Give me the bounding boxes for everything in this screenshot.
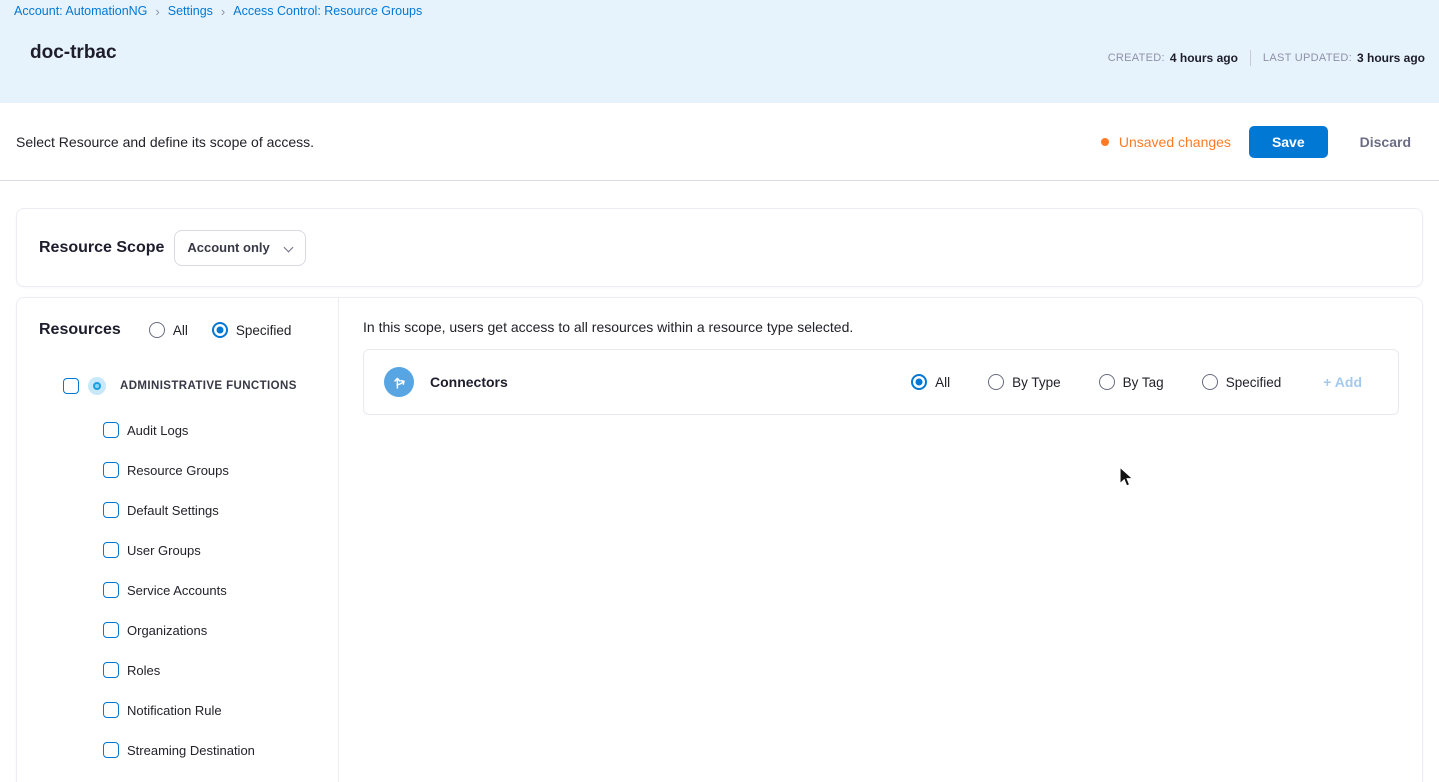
resource-scope-card: Resource Scope Account only	[16, 208, 1423, 287]
list-item-default-settings[interactable]: Default Settings	[103, 490, 338, 530]
resources-mode-all[interactable]: All	[148, 322, 188, 338]
toolbar-actions: Unsaved changes Save Discard	[1100, 125, 1411, 158]
item-label: Service Accounts	[127, 582, 227, 598]
updated-label: LAST UPDATED:	[1262, 52, 1352, 64]
list-item-streaming-destination[interactable]: Streaming Destination	[103, 730, 338, 770]
connectors-scope-options: All By Type By Tag Specified + Add	[911, 374, 1362, 390]
breadcrumb-separator: ›	[155, 3, 160, 19]
created-value: 4 hours ago	[1169, 51, 1238, 65]
connectors-option-by-tag[interactable]: By Tag	[1098, 374, 1164, 390]
item-label: Notification Rule	[127, 702, 222, 718]
breadcrumb-separator: ›	[220, 3, 226, 19]
page-title: doc-trbac	[30, 42, 117, 63]
checkbox[interactable]	[103, 662, 119, 678]
list-item-service-accounts[interactable]: Service Accounts	[103, 570, 338, 610]
connectors-option-all[interactable]: All	[911, 374, 950, 390]
toolbar-description: Select Resource and define its scope of …	[16, 133, 315, 150]
breadcrumb: Account: AutomationNG › Settings › Acces…	[14, 4, 422, 18]
connectors-label: Connectors	[430, 374, 508, 390]
checkbox[interactable]	[103, 542, 119, 558]
page: Account: AutomationNG › Settings › Acces…	[0, 0, 1439, 782]
discard-button[interactable]: Discard	[1360, 134, 1411, 150]
header-meta: CREATED: 4 hours ago LAST UPDATED: 3 hou…	[1108, 50, 1425, 66]
connectors-option-specified[interactable]: Specified	[1201, 374, 1282, 390]
breadcrumb-account[interactable]: Account: AutomationNG	[14, 4, 147, 18]
breadcrumb-settings[interactable]: Settings	[168, 4, 213, 18]
radio-label: All	[935, 374, 951, 390]
unsaved-dot-icon	[1100, 137, 1109, 146]
checkbox[interactable]	[103, 742, 119, 758]
radio-selected-icon[interactable]	[911, 374, 928, 390]
list-item-audit-logs[interactable]: Audit Logs	[103, 410, 338, 450]
resource-group-administrative-functions: ADMINISTRATIVE FUNCTIONS	[17, 374, 338, 398]
updated-value: 3 hours ago	[1356, 51, 1425, 65]
group-label: ADMINISTRATIVE FUNCTIONS	[120, 380, 297, 392]
resource-scope-label: Resource Scope	[39, 238, 165, 256]
add-button[interactable]: + Add	[1323, 374, 1362, 390]
radio-icon[interactable]	[988, 374, 1005, 390]
chevron-down-icon	[283, 242, 294, 252]
item-label: Default Settings	[127, 502, 219, 518]
checkbox[interactable]	[103, 622, 119, 638]
connectors-option-by-type[interactable]: By Type	[988, 374, 1061, 390]
item-label: Audit Logs	[127, 422, 189, 438]
radio-label: By Type	[1012, 374, 1061, 390]
connectors-row: Connectors All By Type By Tag Specified …	[363, 349, 1399, 415]
scope-description: In this scope, users get access to all r…	[363, 319, 854, 335]
collapse-indicator-icon[interactable]	[88, 377, 106, 395]
radio-label: Specified	[235, 322, 292, 338]
checkbox[interactable]	[103, 422, 119, 438]
radio-selected-icon[interactable]	[211, 322, 228, 338]
scope-panel: In this scope, users get access to all r…	[339, 298, 1422, 782]
list-item-organizations[interactable]: Organizations	[103, 610, 338, 650]
page-header: Account: AutomationNG › Settings › Acces…	[0, 0, 1439, 103]
list-item-roles[interactable]: Roles	[103, 650, 338, 690]
checkbox[interactable]	[103, 502, 119, 518]
save-button[interactable]: Save	[1248, 125, 1328, 158]
resources-header: Resources All Specified	[17, 316, 338, 344]
checkbox[interactable]	[103, 462, 119, 478]
radio-icon[interactable]	[1201, 374, 1218, 390]
meta-divider	[1249, 50, 1251, 66]
created-label: CREATED:	[1107, 52, 1165, 64]
action-toolbar: Select Resource and define its scope of …	[0, 103, 1439, 181]
connectors-icon	[384, 367, 414, 397]
item-label: Streaming Destination	[127, 742, 255, 758]
resources-sidebar: Resources All Specified ADMINISTRATIVE F…	[17, 298, 339, 782]
radio-label: By Tag	[1122, 374, 1164, 390]
list-item-user-groups[interactable]: User Groups	[103, 530, 338, 570]
item-label: User Groups	[127, 542, 201, 558]
list-item-notification-rule[interactable]: Notification Rule	[103, 690, 338, 730]
checkbox[interactable]	[103, 702, 119, 718]
resources-card: Resources All Specified ADMINISTRATIVE F…	[16, 297, 1423, 782]
radio-icon[interactable]	[1098, 374, 1115, 390]
radio-label: All	[172, 322, 188, 338]
list-item-resource-groups[interactable]: Resource Groups	[103, 450, 338, 490]
resource-scope-dropdown[interactable]: Account only	[174, 229, 307, 266]
resource-type-list: Audit Logs Resource Groups Default Setti…	[17, 410, 338, 770]
resources-mode-specified[interactable]: Specified	[211, 322, 292, 338]
item-label: Roles	[127, 662, 161, 678]
resources-title: Resources	[39, 321, 121, 338]
unsaved-changes-label: Unsaved changes	[1118, 133, 1231, 150]
unsaved-changes-indicator: Unsaved changes	[1100, 133, 1231, 150]
radio-label: Specified	[1225, 374, 1282, 390]
breadcrumb-resource-groups[interactable]: Access Control: Resource Groups	[233, 4, 422, 18]
checkbox[interactable]	[103, 582, 119, 598]
item-label: Organizations	[127, 622, 208, 638]
group-checkbox[interactable]	[63, 378, 79, 394]
radio-icon[interactable]	[148, 322, 165, 338]
resource-scope-value: Account only	[187, 240, 270, 255]
item-label: Resource Groups	[127, 462, 229, 478]
